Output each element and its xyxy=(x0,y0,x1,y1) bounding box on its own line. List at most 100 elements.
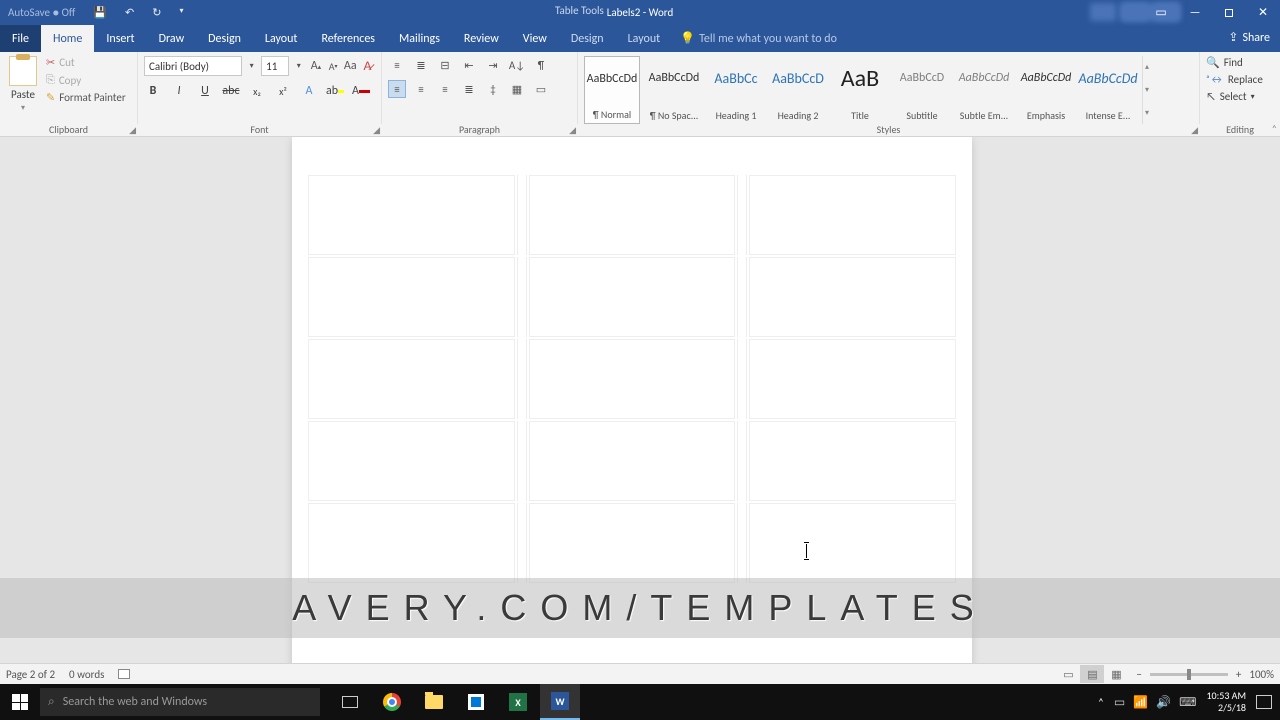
redo-icon[interactable]: ↻ xyxy=(152,6,161,19)
borders-button[interactable]: ▭ xyxy=(532,80,550,98)
start-button[interactable] xyxy=(0,684,40,720)
paste-button[interactable]: Paste ▾ xyxy=(6,56,40,113)
tab-design[interactable]: Design xyxy=(196,25,253,52)
tab-mailings[interactable]: Mailings xyxy=(387,25,452,52)
change-case-button[interactable]: Aa xyxy=(343,56,358,76)
bold-button[interactable]: B xyxy=(144,82,162,100)
replace-button[interactable]: ᵃ↔Replace xyxy=(1206,73,1274,86)
style-title[interactable]: AaBTitle xyxy=(832,56,888,124)
file-explorer-button[interactable] xyxy=(414,684,454,720)
style---normal[interactable]: AaBbCcDd¶ Normal xyxy=(584,56,640,124)
tab-table-design[interactable]: Design xyxy=(559,25,616,52)
battery-icon[interactable]: ▭ xyxy=(1114,695,1125,710)
shading-button[interactable]: ▦ xyxy=(508,80,526,98)
read-mode-button[interactable]: ▭ xyxy=(1056,665,1080,683)
qat-more-icon[interactable]: ▾ xyxy=(179,6,183,19)
maximize-button[interactable] xyxy=(1212,0,1246,25)
clear-formatting-button[interactable]: A̷ xyxy=(360,56,375,76)
zoom-level[interactable]: 100% xyxy=(1249,668,1274,681)
clock[interactable]: 10:53 AM 2/5/18 xyxy=(1206,690,1246,714)
subscript-button[interactable]: x₂ xyxy=(248,82,266,100)
windows-search-input[interactable]: ⌕ Search the web and Windows xyxy=(40,688,320,716)
network-icon[interactable]: 📶 xyxy=(1133,695,1148,710)
font-name-dropdown[interactable]: ▾ xyxy=(244,56,259,76)
tab-home[interactable]: Home xyxy=(41,25,94,52)
bullets-button[interactable]: ≡ xyxy=(388,56,406,74)
volume-icon[interactable]: 🔊 xyxy=(1156,695,1171,710)
labels-table[interactable] xyxy=(306,173,958,585)
tab-view[interactable]: View xyxy=(511,25,559,52)
copy-button[interactable]: ⎘Copy xyxy=(46,73,126,87)
store-taskbar-button[interactable] xyxy=(456,684,496,720)
line-spacing-button[interactable]: ‡ xyxy=(484,80,502,98)
underline-button[interactable]: U xyxy=(196,82,214,100)
superscript-button[interactable]: x² xyxy=(274,82,292,100)
proofing-icon[interactable] xyxy=(118,669,130,679)
keyboard-icon[interactable]: ⌨ xyxy=(1179,695,1196,710)
increase-indent-button[interactable]: ⇥ xyxy=(484,56,502,74)
style-intense-e---[interactable]: AaBbCcDdIntense E... xyxy=(1080,56,1136,124)
share-button[interactable]: ⇪ Share xyxy=(1228,30,1270,45)
collapse-ribbon-button[interactable]: ˄ xyxy=(1272,122,1277,135)
page-number-status[interactable]: Page 2 of 2 xyxy=(6,668,55,681)
word-count-status[interactable]: 0 words xyxy=(69,668,104,681)
clipboard-dialog-launcher[interactable]: ◢ xyxy=(129,125,136,136)
styles-gallery-more[interactable]: ▴▾▾ xyxy=(1142,56,1156,124)
word-taskbar-button[interactable]: W xyxy=(540,684,580,720)
close-button[interactable]: ✕ xyxy=(1246,0,1280,25)
styles-dialog-launcher[interactable]: ◢ xyxy=(1191,125,1198,136)
font-name-input[interactable] xyxy=(144,56,242,76)
show-marks-button[interactable]: ¶ xyxy=(532,56,550,74)
style-subtitle[interactable]: AaBbCcDSubtitle xyxy=(894,56,950,124)
tray-overflow-button[interactable]: ˄ xyxy=(1098,696,1104,709)
shrink-font-button[interactable]: A▾ xyxy=(326,56,341,76)
format-painter-button[interactable]: ✎Format Painter xyxy=(46,91,126,104)
find-button[interactable]: 🔍Find xyxy=(1206,56,1274,69)
tab-review[interactable]: Review xyxy=(452,25,511,52)
style---no-spac---[interactable]: AaBbCcDd¶ No Spac... xyxy=(646,56,702,124)
excel-taskbar-button[interactable]: X xyxy=(498,684,538,720)
font-size-input[interactable] xyxy=(261,56,289,76)
italic-button[interactable]: I xyxy=(170,82,188,100)
align-right-button[interactable]: ≡ xyxy=(436,80,454,98)
align-left-button[interactable]: ≡ xyxy=(388,80,406,98)
zoom-in-button[interactable]: + xyxy=(1236,668,1241,681)
action-center-button[interactable] xyxy=(1256,695,1272,709)
text-effects-button[interactable]: A xyxy=(300,82,318,100)
numbering-button[interactable]: ≣ xyxy=(412,56,430,74)
tell-me-search[interactable]: 💡 Tell me what you want to do xyxy=(672,25,837,52)
strikethrough-button[interactable]: abc xyxy=(222,82,240,100)
decrease-indent-button[interactable]: ⇤ xyxy=(460,56,478,74)
zoom-out-button[interactable]: − xyxy=(1136,668,1141,681)
tab-references[interactable]: References xyxy=(309,25,387,52)
cut-button[interactable]: ✂Cut xyxy=(46,56,126,69)
paragraph-dialog-launcher[interactable]: ◢ xyxy=(569,125,576,136)
chrome-taskbar-button[interactable] xyxy=(372,684,412,720)
style-heading-1[interactable]: AaBbCcHeading 1 xyxy=(708,56,764,124)
tab-draw[interactable]: Draw xyxy=(147,25,197,52)
font-size-dropdown[interactable]: ▾ xyxy=(291,56,306,76)
font-color-button[interactable]: A xyxy=(352,82,370,100)
ribbon-options-icon[interactable]: ▭ xyxy=(1144,0,1178,25)
justify-button[interactable]: ≣ xyxy=(460,80,478,98)
multilevel-button[interactable]: ⊟ xyxy=(436,56,454,74)
tab-layout[interactable]: Layout xyxy=(253,25,310,52)
sort-button[interactable]: A↓ xyxy=(508,56,526,74)
style-heading-2[interactable]: AaBbCcDHeading 2 xyxy=(770,56,826,124)
select-button[interactable]: ↖Select ▾ xyxy=(1206,90,1274,103)
style-subtle-em---[interactable]: AaBbCcDdSubtle Em... xyxy=(956,56,1012,124)
zoom-slider[interactable] xyxy=(1150,673,1228,676)
tab-table-layout[interactable]: Layout xyxy=(616,25,673,52)
align-center-button[interactable]: ≡ xyxy=(412,80,430,98)
print-layout-button[interactable]: ▤ xyxy=(1080,665,1104,683)
task-view-button[interactable] xyxy=(330,684,370,720)
save-icon[interactable]: 💾 xyxy=(93,6,107,19)
tab-file[interactable]: File xyxy=(0,25,41,52)
web-layout-button[interactable]: ▦ xyxy=(1104,665,1128,683)
tab-insert[interactable]: Insert xyxy=(94,25,146,52)
font-dialog-launcher[interactable]: ◢ xyxy=(373,125,380,136)
style-emphasis[interactable]: AaBbCcDdEmphasis xyxy=(1018,56,1074,124)
undo-icon[interactable]: ↶ xyxy=(125,6,134,19)
minimize-button[interactable]: — xyxy=(1178,0,1212,25)
highlight-button[interactable]: ab xyxy=(326,82,344,100)
